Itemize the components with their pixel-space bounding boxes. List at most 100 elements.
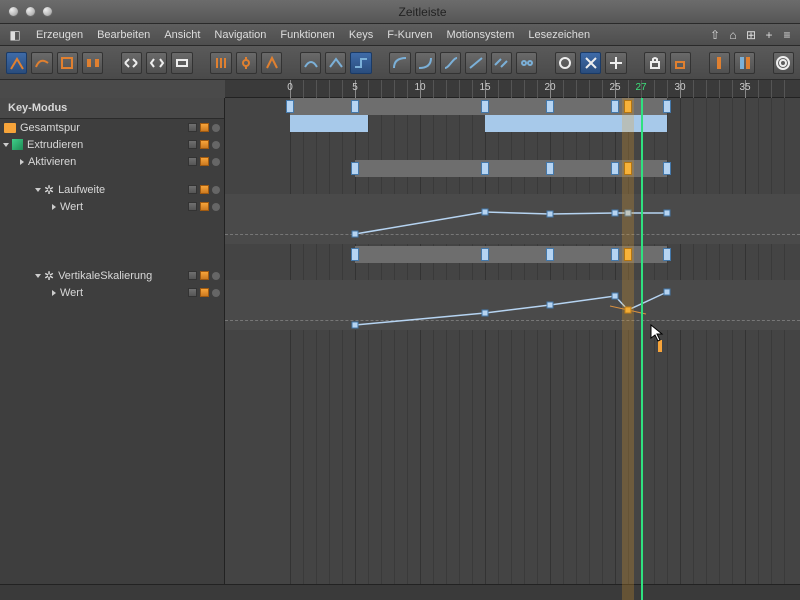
enable-toggle-icon[interactable] (188, 288, 197, 297)
curve-key[interactable] (352, 231, 358, 237)
clip-segment[interactable] (290, 115, 368, 132)
enable-toggle-icon[interactable] (200, 157, 209, 166)
timeline-lane-area[interactable]: 00 (225, 98, 800, 600)
curve-key[interactable] (352, 322, 358, 328)
curve-key[interactable] (547, 302, 553, 308)
interp-break[interactable] (491, 52, 512, 74)
keyframe[interactable] (663, 248, 671, 261)
keyframe[interactable] (663, 162, 671, 175)
interp-lin[interactable] (465, 52, 486, 74)
menu-fkurven[interactable]: F-Kurven (387, 29, 432, 41)
curve-key[interactable] (547, 211, 553, 217)
motion-mode-button[interactable] (57, 52, 78, 74)
keyframe[interactable] (546, 248, 554, 261)
keyframe[interactable] (286, 100, 294, 113)
expand-icon[interactable] (35, 274, 41, 278)
keyframe[interactable] (624, 100, 632, 113)
mute-dot-icon[interactable] (212, 289, 220, 297)
marker-b[interactable] (734, 52, 755, 74)
menu-erzeugen[interactable]: Erzeugen (36, 29, 83, 41)
mute-dot-icon[interactable] (212, 203, 220, 211)
menu-keys[interactable]: Keys (349, 29, 373, 41)
curve-key[interactable] (482, 310, 488, 316)
marker-a[interactable] (709, 52, 730, 74)
frame-all-button[interactable] (121, 52, 142, 74)
curve-key[interactable] (612, 210, 618, 216)
curve-key[interactable] (612, 293, 618, 299)
track-row-aktiv[interactable]: Aktivieren (0, 153, 224, 170)
enable-toggle-icon[interactable] (188, 140, 197, 149)
pin-icon[interactable]: ⇧ (708, 28, 722, 42)
keytool-c[interactable] (261, 52, 282, 74)
enable-toggle-icon[interactable] (188, 123, 197, 132)
clip-segment[interactable] (355, 160, 667, 177)
lock-b[interactable] (670, 52, 691, 74)
keyframe[interactable] (624, 162, 632, 175)
menubar[interactable]: ◧ Erzeugen Bearbeiten Ansicht Navigation… (0, 24, 800, 46)
minimize-dot[interactable] (25, 6, 36, 17)
menu-lesezeichen[interactable]: Lesezeichen (528, 29, 590, 41)
lock-a[interactable] (644, 52, 665, 74)
tangent-spline[interactable] (300, 52, 321, 74)
opt-c[interactable] (605, 52, 626, 74)
dope-mode-button[interactable] (82, 52, 103, 74)
mute-dot-icon[interactable] (212, 158, 220, 166)
lane-vscale[interactable] (225, 246, 800, 263)
track-row-gesamt[interactable]: Gesamtspur (0, 119, 224, 136)
mute-dot-icon[interactable] (212, 186, 220, 194)
keyframe[interactable] (481, 162, 489, 175)
keyframe[interactable] (611, 248, 619, 261)
home-icon[interactable]: ⌂ (726, 28, 740, 42)
mute-dot-icon[interactable] (212, 272, 220, 280)
keyframe[interactable] (546, 162, 554, 175)
playhead[interactable] (641, 98, 643, 600)
menu-motionsystem[interactable]: Motionsystem (447, 29, 515, 41)
enable-toggle-icon[interactable] (188, 185, 197, 194)
mute-dot-icon[interactable] (212, 141, 220, 149)
track-row-extrude[interactable]: Extrudieren (0, 136, 224, 153)
enable-toggle-icon[interactable] (188, 271, 197, 280)
keyframe[interactable] (663, 100, 671, 113)
mute-dot-icon[interactable] (212, 124, 220, 132)
track-row-vscale[interactable]: ✲VertikaleSkalierung (0, 267, 224, 284)
keytool-a[interactable] (210, 52, 231, 74)
enable-toggle-icon[interactable] (200, 288, 209, 297)
lane-extrude[interactable] (225, 115, 800, 132)
keyframe[interactable] (351, 162, 359, 175)
keyframe[interactable] (611, 162, 619, 175)
interp-flat[interactable] (516, 52, 537, 74)
expand-icon[interactable] (3, 143, 9, 147)
plus-icon[interactable]: + (762, 28, 776, 42)
keyframe[interactable] (611, 100, 619, 113)
clip-segment[interactable] (485, 115, 667, 132)
frame-sel-button[interactable] (146, 52, 167, 74)
keyframe[interactable] (481, 100, 489, 113)
zoom-dot[interactable] (42, 6, 53, 17)
tangent-linear[interactable] (325, 52, 346, 74)
window-controls[interactable] (8, 6, 53, 17)
more-icon[interactable]: ≡ (780, 28, 794, 42)
enable-toggle-icon[interactable] (188, 202, 197, 211)
tangent-step[interactable] (350, 52, 371, 74)
interp-easeout[interactable] (415, 52, 436, 74)
menu-navigation[interactable]: Navigation (214, 29, 266, 41)
keyframe[interactable] (351, 248, 359, 261)
key-mode-button[interactable] (6, 52, 27, 74)
curve-key[interactable] (664, 210, 670, 216)
enable-toggle-icon[interactable] (200, 185, 209, 194)
keyframe[interactable] (351, 100, 359, 113)
enable-toggle-icon[interactable] (200, 140, 209, 149)
track-row-vscale_w[interactable]: Wert (0, 284, 224, 301)
track-row-lauf_w[interactable]: Wert (0, 198, 224, 215)
interp-easeboth[interactable] (440, 52, 461, 74)
lane-gesamt[interactable] (225, 98, 800, 115)
track-row-lauf[interactable]: ✲Laufweite (0, 181, 224, 198)
enable-toggle-icon[interactable] (200, 202, 209, 211)
fcurve-mode-button[interactable] (31, 52, 52, 74)
keyframe[interactable] (481, 248, 489, 261)
menu-bearbeiten[interactable]: Bearbeiten (97, 29, 150, 41)
menu-funktionen[interactable]: Funktionen (280, 29, 334, 41)
close-dot[interactable] (8, 6, 19, 17)
enable-toggle-icon[interactable] (188, 157, 197, 166)
timeline-ruler[interactable]: 0510152025303527 (225, 80, 800, 98)
